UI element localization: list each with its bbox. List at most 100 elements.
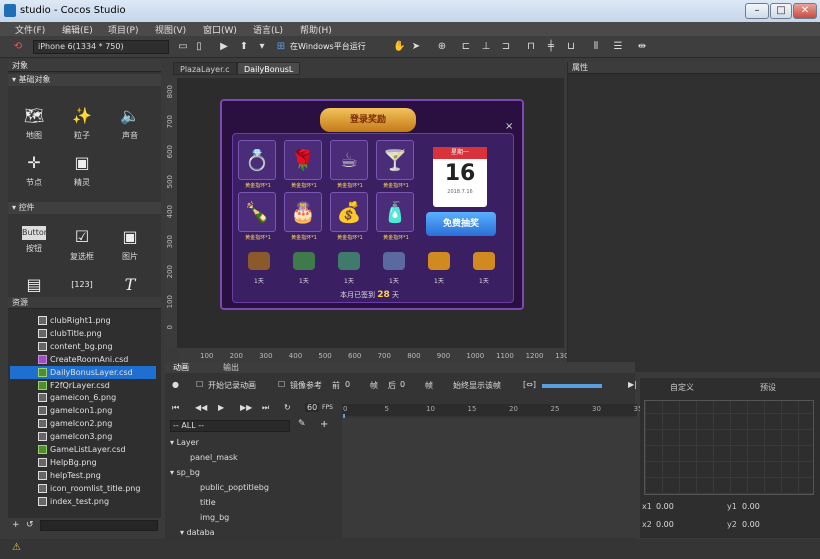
- minimize-button[interactable]: –: [745, 3, 769, 19]
- tree-node[interactable]: public_poptitlebg: [200, 481, 269, 495]
- y1-input[interactable]: 0.00: [742, 502, 760, 511]
- resource-item[interactable]: HelpBg.png: [38, 456, 158, 469]
- y2-input[interactable]: 0.00: [742, 520, 760, 529]
- resource-search-input[interactable]: [40, 520, 158, 531]
- menu-project[interactable]: 项目(P): [108, 23, 138, 36]
- record-icon[interactable]: ●: [172, 380, 179, 389]
- resource-item[interactable]: F2fQrLayer.csd: [38, 379, 158, 392]
- prev-frame-icon[interactable]: ◀◀: [195, 403, 207, 412]
- align-right-icon[interactable]: ⊐: [500, 41, 512, 53]
- control-checkbox[interactable]: ☑ 复选框: [62, 226, 102, 262]
- maximize-button[interactable]: □: [770, 3, 792, 19]
- record-checkbox[interactable]: ☐: [196, 380, 203, 389]
- chest-icon[interactable]: [248, 252, 270, 270]
- chest-icon[interactable]: [428, 252, 450, 270]
- menu-window[interactable]: 窗口(W): [203, 23, 237, 36]
- control-image[interactable]: ▣ 图片: [110, 226, 150, 262]
- resource-item[interactable]: CreateRoomAni.csd: [38, 353, 158, 366]
- tree-node[interactable]: title: [200, 496, 216, 510]
- resource-item[interactable]: gameicon_6.png: [38, 391, 158, 404]
- x2-input[interactable]: 0.00: [656, 520, 674, 529]
- menu-help[interactable]: 帮助(H): [300, 23, 332, 36]
- back-value[interactable]: 0: [400, 380, 405, 389]
- dialog-close-icon[interactable]: ×: [505, 121, 513, 132]
- tab-preset[interactable]: 预设: [760, 382, 776, 393]
- add-icon[interactable]: +: [12, 520, 20, 530]
- zoom-slider[interactable]: [542, 384, 602, 388]
- control-button[interactable]: Button 按钮: [14, 226, 54, 254]
- timeline-tracks[interactable]: [342, 418, 637, 538]
- tree-node[interactable]: panel_mask: [190, 451, 238, 465]
- bracket-icon[interactable]: [⇔]: [523, 380, 536, 389]
- menu-edit[interactable]: 编辑(E): [62, 23, 93, 36]
- same-width-icon[interactable]: ⇹: [636, 41, 648, 53]
- chest-icon[interactable]: [338, 252, 360, 270]
- chest-icon[interactable]: [473, 252, 495, 270]
- tab-plazalayer[interactable]: PlazaLayer.c: [173, 62, 237, 75]
- close-button[interactable]: ✕: [793, 3, 817, 19]
- dropdown-icon[interactable]: ▾: [256, 41, 268, 53]
- align-icon[interactable]: ⊕: [436, 41, 448, 53]
- loop-icon[interactable]: ↻: [284, 403, 291, 412]
- refresh-icon[interactable]: ↺: [26, 520, 34, 530]
- next-frame-icon[interactable]: ▶▶: [240, 403, 252, 412]
- fps-input[interactable]: 60: [305, 403, 320, 412]
- tab-dailybonus[interactable]: DailyBonusL: [237, 62, 301, 75]
- control-textfield[interactable]: [123]: [62, 274, 102, 299]
- free-draw-button[interactable]: 免费抽奖: [426, 212, 496, 236]
- resource-item[interactable]: DailyBonusLayer.csd: [10, 365, 156, 379]
- onion-checkbox[interactable]: ☐: [278, 380, 285, 389]
- tab-custom[interactable]: 自定义: [670, 382, 694, 393]
- edit-pencil-icon[interactable]: ✎: [298, 419, 306, 429]
- controls-group[interactable]: ▾ 控件: [8, 202, 161, 214]
- first-frame-icon[interactable]: ⏮: [172, 403, 179, 413]
- tree-node[interactable]: ▾ Layer: [170, 436, 199, 450]
- publish-icon[interactable]: ⟲: [12, 41, 24, 53]
- resource-item[interactable]: gameIcon1.png: [38, 404, 158, 417]
- play-end-icon[interactable]: ▶|: [628, 380, 637, 389]
- menu-view[interactable]: 视图(V): [155, 23, 186, 36]
- front-value[interactable]: 0: [345, 380, 350, 389]
- control-text[interactable]: T: [110, 274, 150, 299]
- last-frame-icon[interactable]: ⏭: [262, 403, 269, 413]
- distribute-v-icon[interactable]: ☰: [612, 41, 624, 53]
- resource-item[interactable]: gameIcon3.png: [38, 430, 158, 443]
- warning-icon[interactable]: ⚠: [12, 542, 21, 553]
- tab-animation[interactable]: 动画: [173, 362, 189, 373]
- resource-item[interactable]: content_bg.png: [38, 340, 158, 353]
- device-select[interactable]: iPhone 6(1334 * 750): [33, 40, 169, 54]
- distribute-h-icon[interactable]: ⫴: [590, 41, 602, 53]
- basic-objects-group[interactable]: ▾ 基础对象: [8, 74, 161, 86]
- align-bottom-icon[interactable]: ⊔: [565, 41, 577, 53]
- curve-graph[interactable]: [644, 400, 814, 495]
- resource-item[interactable]: GameListLayer.csd: [38, 443, 158, 456]
- play-icon[interactable]: ▶: [218, 41, 230, 53]
- control-textarea[interactable]: ▤: [14, 274, 54, 299]
- tree-node[interactable]: img_bg: [200, 511, 229, 525]
- align-left-icon[interactable]: ⊏: [460, 41, 472, 53]
- tree-node[interactable]: ▾ sp_bg: [170, 466, 200, 480]
- node-filter-select[interactable]: -- ALL --: [170, 420, 290, 432]
- object-node[interactable]: ✛ 节点: [14, 152, 54, 188]
- menu-file[interactable]: 文件(F): [15, 23, 45, 36]
- select-tool-icon[interactable]: ➤: [410, 41, 422, 53]
- hand-tool-icon[interactable]: ✋: [393, 41, 405, 53]
- resource-item[interactable]: clubTitle.png: [38, 327, 158, 340]
- chest-icon[interactable]: [383, 252, 405, 270]
- resource-item[interactable]: index_test.png: [38, 495, 158, 508]
- tree-node[interactable]: ▾ databa: [180, 526, 215, 540]
- tab-output[interactable]: 输出: [223, 362, 239, 373]
- chest-icon[interactable]: [293, 252, 315, 270]
- align-center-icon[interactable]: ⊥: [480, 41, 492, 53]
- align-middle-icon[interactable]: ╪: [545, 41, 557, 53]
- x1-input[interactable]: 0.00: [656, 502, 674, 511]
- play-anim-icon[interactable]: ▶: [218, 403, 224, 412]
- object-sound[interactable]: 🔈 声音: [110, 105, 150, 141]
- run-platform-select[interactable]: 在Windows平台运行: [290, 41, 366, 52]
- portrait-icon[interactable]: ▯: [193, 41, 205, 53]
- align-top-icon[interactable]: ⊓: [525, 41, 537, 53]
- object-map[interactable]: 🗺 地图: [14, 105, 54, 141]
- resource-item[interactable]: gameIcon2.png: [38, 417, 158, 430]
- export-icon[interactable]: ⬆: [238, 41, 250, 53]
- menu-language[interactable]: 语言(L): [253, 23, 283, 36]
